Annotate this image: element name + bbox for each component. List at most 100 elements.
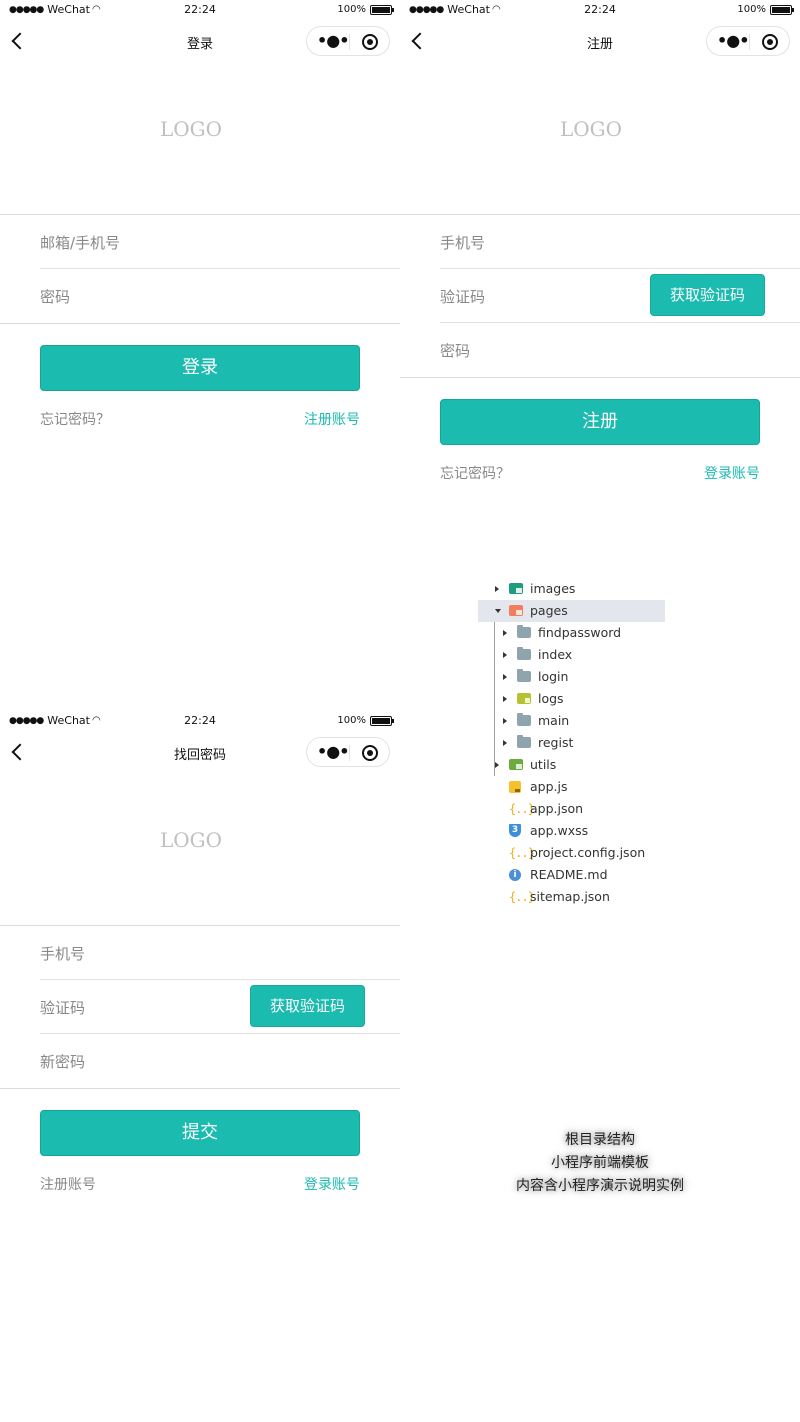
folder-utils-icon	[509, 759, 523, 770]
more-icon[interactable]: •●•	[717, 31, 749, 50]
caption-line: 根目录结构	[565, 1132, 635, 1148]
login-button[interactable]: 登录	[40, 345, 360, 391]
tree-item-label: findpassword	[538, 625, 622, 640]
phone-field[interactable]: 手机号	[40, 926, 400, 980]
forgot-password-link[interactable]: 忘记密码？	[440, 463, 510, 483]
folder-icon	[517, 713, 531, 726]
get-code-button[interactable]: 获取验证码	[650, 274, 765, 316]
find-password-form: 手机号 验证码 获取验证码 新密码	[0, 925, 400, 1089]
email-phone-field[interactable]: 邮箱/手机号	[40, 215, 400, 269]
tree-item-readme-md[interactable]: i README.md	[478, 864, 665, 886]
password-placeholder: 密码	[40, 288, 71, 306]
tree-item-index[interactable]: index	[478, 644, 665, 666]
capsule-divider	[349, 34, 350, 50]
login-form: 邮箱/手机号 密码	[0, 214, 400, 324]
battery-icon	[370, 4, 394, 15]
tree-item-utils[interactable]: utils	[478, 754, 665, 776]
password-field[interactable]: 密码	[40, 269, 400, 323]
find-password-screen: ●●●●● WeChat ◠ 22:24 100% 找回密码 •●• LOGO 手机…	[0, 711, 400, 1422]
logo: LOGO	[159, 828, 223, 852]
chevron-right-icon[interactable]	[503, 718, 507, 724]
tree-item-label: sitemap.json	[530, 889, 610, 904]
tree-item-images[interactable]: images	[478, 578, 665, 600]
folder-icon	[517, 735, 531, 748]
tree-item-project-config-json[interactable]: {..} project.config.json	[478, 842, 665, 864]
chevron-right-icon[interactable]	[495, 586, 499, 592]
capsule-menu: •●•	[706, 26, 790, 56]
js-file-icon	[509, 781, 521, 793]
tree-item-label: pages	[530, 603, 568, 618]
nav-bar: 找回密码 •●•	[0, 733, 400, 771]
tree-item-label: login	[538, 669, 569, 684]
password-field[interactable]: 密码	[440, 323, 800, 377]
verify-code-field[interactable]: 验证码 获取验证码	[40, 980, 400, 1034]
register-link[interactable]: 注册账号	[304, 409, 360, 429]
tree-item-label: README.md	[530, 867, 608, 882]
caption-line: 内容含小程序演示说明实例	[516, 1178, 684, 1194]
get-code-button[interactable]: 获取验证码	[250, 985, 365, 1027]
folder-icon	[517, 625, 531, 638]
tree-item-login[interactable]: login	[478, 666, 665, 688]
email-phone-placeholder: 邮箱/手机号	[40, 234, 121, 252]
tree-item-label: project.config.json	[530, 845, 646, 860]
register-form: 手机号 验证码 获取验证码 密码	[400, 214, 800, 378]
tree-item-label: regist	[538, 735, 574, 750]
tree-item-app-js[interactable]: app.js	[478, 776, 665, 798]
tree-item-findpassword[interactable]: findpassword	[478, 622, 665, 644]
phone-field[interactable]: 手机号	[440, 215, 800, 269]
more-icon[interactable]: •●•	[317, 31, 349, 50]
json-file-icon: {..}	[509, 846, 535, 860]
tree-item-label: main	[538, 713, 570, 728]
folder-logs-icon	[517, 693, 531, 704]
nav-bar: 注册 •●•	[400, 22, 800, 60]
chevron-down-icon[interactable]	[495, 609, 501, 613]
more-icon[interactable]: •●•	[317, 742, 349, 761]
caption: 根目录结构 小程序前端模板 内容含小程序演示说明实例	[400, 1129, 800, 1198]
status-bar: ●●●●● WeChat ◠ 22:24 100%	[0, 711, 400, 733]
tree-item-logs[interactable]: logs	[478, 688, 665, 710]
capsule-divider	[749, 34, 750, 50]
phone-placeholder: 手机号	[40, 945, 86, 963]
submit-button[interactable]: 提交	[40, 1110, 360, 1156]
login-link[interactable]: 登录账号	[704, 463, 760, 483]
tree-item-label: index	[538, 647, 573, 662]
close-miniprogram-icon[interactable]	[362, 745, 378, 761]
tree-item-label: app.js	[530, 779, 568, 794]
verify-code-field[interactable]: 验证码 获取验证码	[440, 269, 800, 323]
chevron-right-icon[interactable]	[503, 630, 507, 636]
battery-icon	[370, 715, 394, 726]
new-password-field[interactable]: 新密码	[40, 1034, 400, 1088]
tree-item-label: logs	[538, 691, 564, 706]
register-link[interactable]: 注册账号	[40, 1174, 96, 1194]
chevron-right-icon[interactable]	[495, 762, 499, 768]
battery-percent: 100%	[337, 4, 366, 15]
folder-pages-icon	[509, 605, 523, 616]
tree-item-label: app.wxss	[530, 823, 589, 838]
tree-item-pages[interactable]: pages	[478, 600, 665, 622]
status-bar: ●●●●● WeChat ◠ 22:24 100%	[0, 0, 400, 22]
verify-code-placeholder: 验证码	[40, 999, 86, 1017]
capsule-divider	[349, 745, 350, 761]
capsule-menu: •●•	[306, 26, 390, 56]
new-password-placeholder: 新密码	[40, 1053, 86, 1071]
tree-item-main[interactable]: main	[478, 710, 665, 732]
chevron-right-icon[interactable]	[503, 652, 507, 658]
tree-item-regist[interactable]: regist	[478, 732, 665, 754]
login-screen: ●●●●● WeChat ◠ 22:24 100% 登录 •●• LOGO 邮箱/手…	[0, 0, 400, 711]
tree-item-app-wxss[interactable]: 3 app.wxss	[478, 820, 665, 842]
info-file-icon: i	[509, 869, 521, 881]
tree-item-sitemap-json[interactable]: {..} sitemap.json	[478, 886, 665, 908]
tree-item-app-json[interactable]: {..} app.json	[478, 798, 665, 820]
folder-images-icon	[509, 583, 523, 594]
tree-item-label: utils	[530, 757, 557, 772]
chevron-right-icon[interactable]	[503, 674, 507, 680]
register-button[interactable]: 注册	[440, 399, 760, 445]
battery-percent: 100%	[737, 4, 766, 15]
close-miniprogram-icon[interactable]	[362, 34, 378, 50]
chevron-right-icon[interactable]	[503, 696, 507, 702]
forgot-password-link[interactable]: 忘记密码？	[40, 409, 110, 429]
login-link[interactable]: 登录账号	[304, 1174, 360, 1194]
close-miniprogram-icon[interactable]	[762, 34, 778, 50]
chevron-right-icon[interactable]	[503, 740, 507, 746]
logo: LOGO	[559, 117, 623, 141]
